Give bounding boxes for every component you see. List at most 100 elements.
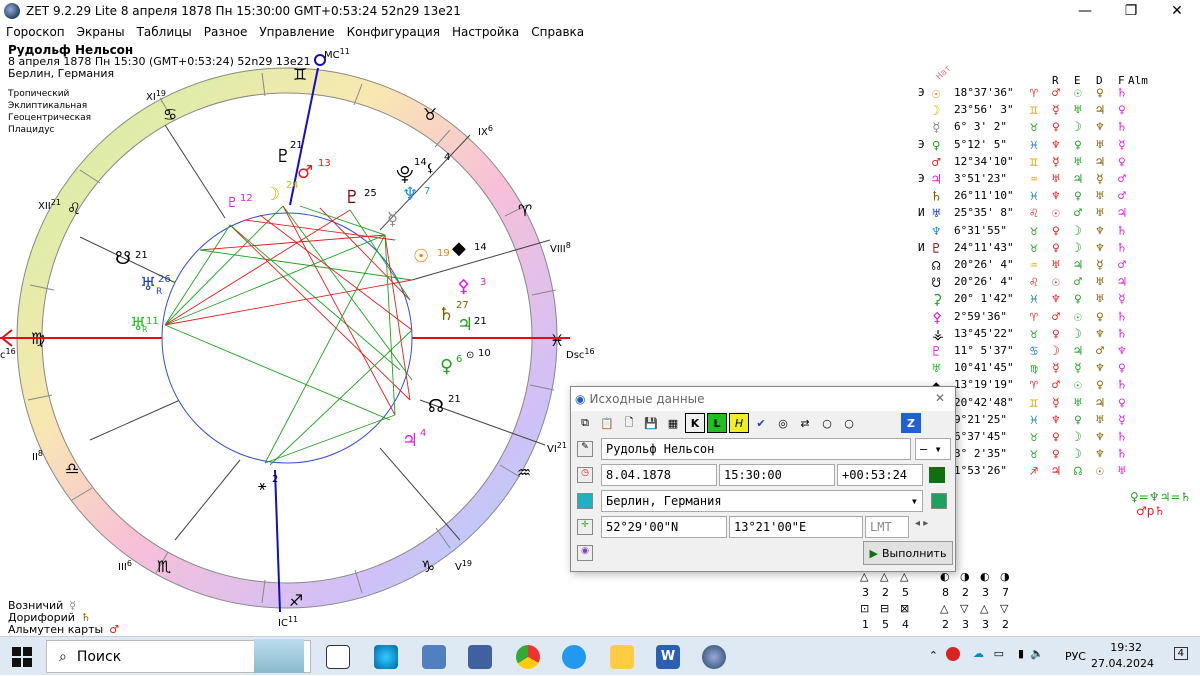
tz-color-button[interactable] <box>929 467 945 483</box>
coords-icon[interactable]: ✛ <box>577 519 593 535</box>
cell-f: ☿ <box>1118 412 1126 428</box>
svg-text:Dsc16: Dsc16 <box>566 347 595 361</box>
save-icon[interactable]: 💾 <box>641 413 661 433</box>
task-view-icon[interactable] <box>326 645 350 669</box>
place-field[interactable]: Берлин, Германия ▾ <box>601 490 923 512</box>
lmt-stepper[interactable]: ◂ ▸ <box>915 518 928 529</box>
cell-f: ♀ <box>1118 154 1126 170</box>
cloud-icon[interactable]: ☁ <box>973 647 984 660</box>
cell-f: ♃ <box>1118 206 1126 222</box>
circle-icon: ◐ <box>940 570 950 583</box>
dialog-app-icon: ◉ <box>575 392 586 406</box>
language-indicator[interactable]: РУС <box>1065 650 1086 663</box>
clock-date[interactable]: 27.04.2024 <box>1091 657 1154 670</box>
radio-a-icon[interactable]: ○ <box>817 413 837 433</box>
table-row: ♆ 6°31'55" ♉ ♀ ☽ ♆ ♄ <box>918 224 1168 241</box>
telegram-icon[interactable] <box>562 645 586 669</box>
swap-icon[interactable]: ⇄ <box>795 413 815 433</box>
radio-b-icon[interactable]: ○ <box>839 413 859 433</box>
orbit-icon[interactable]: ◉ <box>577 545 593 561</box>
battery-icon[interactable]: ▮ <box>1018 647 1024 660</box>
notifications-button[interactable]: 4 <box>1173 647 1188 660</box>
aries-icon: ♈ <box>518 201 532 220</box>
place-icon[interactable] <box>577 493 593 509</box>
volume-icon[interactable]: 🔈 <box>1030 647 1044 660</box>
maximize-button[interactable]: ❐ <box>1108 0 1154 22</box>
cell-pos: 11° 5'37" <box>954 344 1014 357</box>
uranus-alt-icon: ♇ <box>344 187 360 208</box>
k-button[interactable]: K <box>685 413 705 433</box>
app-icon-3[interactable] <box>468 645 492 669</box>
cell-r: ☉ <box>1052 206 1060 222</box>
latitude-field[interactable]: 52°29'00"N <box>601 516 727 538</box>
dialog-close-button[interactable]: ✕ <box>935 391 945 405</box>
cell-r: ☿ <box>1052 361 1060 377</box>
network-icon[interactable]: ▭ <box>994 647 1004 660</box>
spiral-icon[interactable]: ◎ <box>773 413 793 433</box>
start-button[interactable] <box>12 647 32 667</box>
menu-settings[interactable]: Настройка <box>446 25 525 39</box>
svg-text:II8: II8 <box>32 449 43 463</box>
cell-d: ♆ <box>1096 430 1104 445</box>
aspect-circle <box>161 212 413 464</box>
longitude-field[interactable]: 13°21'00"E <box>729 516 863 538</box>
cell-d: ☿ <box>1096 258 1104 273</box>
cell-r: ♀ <box>1052 223 1060 239</box>
cell-sign: ♊ <box>1030 103 1038 119</box>
menu-horoscope[interactable]: Гороскоп <box>0 25 71 39</box>
menu-misc[interactable]: Разное <box>198 25 254 39</box>
table-row: ☊ 20°26' 4" ♒ ♅ ♃ ☿ ♂ <box>918 258 1168 275</box>
table-row: ☿ 6° 3' 2" ♉ ♀ ☽ ♆ ♄ <box>918 120 1168 137</box>
menu-config[interactable]: Конфигурация <box>341 25 446 39</box>
name-field[interactable]: Рудольф Нельсон <box>601 438 911 460</box>
close-button[interactable]: ✕ <box>1154 0 1200 22</box>
name-type-select[interactable]: — ▾ <box>915 438 951 460</box>
zet-taskbar-icon[interactable] <box>702 645 726 669</box>
edge-icon[interactable] <box>374 645 398 669</box>
minimize-button[interactable]: — <box>1062 0 1108 22</box>
clock-time[interactable]: 19:32 <box>1110 641 1142 654</box>
check-icon[interactable]: ✔ <box>751 413 771 433</box>
person-icon[interactable]: ✎ <box>577 441 593 457</box>
calendar-icon[interactable]: ▦ <box>663 413 683 433</box>
cell-e: ♃ <box>1074 172 1082 187</box>
cell-pl: ♅ <box>932 361 941 378</box>
tray-app-icon[interactable] <box>946 647 960 661</box>
timezone-field[interactable]: +00:53:24 <box>837 464 923 486</box>
cell-f: ♀ <box>1118 395 1126 411</box>
l-button[interactable]: L <box>707 413 727 433</box>
cancer-icon: ♋ <box>163 105 177 124</box>
natal-chart-wheel[interactable]: ♊ ♉ ♈ ♓ ♒ ♑ ♐ ♏ ♎ ♍ ♌ ♋ ♇ 21 ♂ 13 ☽ 24 ♇… <box>0 42 620 636</box>
menu-help[interactable]: Справка <box>525 25 590 39</box>
cell-pl: ♂ <box>932 154 941 171</box>
z-button[interactable]: Z <box>901 413 921 433</box>
table-row: ♅ 10°41'45" ♍ ☿ ☿ ♆ ♀ <box>918 361 1168 378</box>
paste-icon[interactable]: 📋 <box>597 413 617 433</box>
cell-sign: ♓ <box>1030 137 1038 153</box>
run-button[interactable]: ▶ Выполнить <box>863 541 953 565</box>
menu-screens[interactable]: Экраны <box>71 25 131 39</box>
new-icon[interactable]: 🗋 <box>619 413 639 433</box>
proserpina-icon: ♇ <box>226 195 239 211</box>
cell-f: ♄ <box>1118 309 1126 325</box>
chevron-up-icon[interactable]: ⌃ <box>929 649 938 662</box>
app-icon-2[interactable] <box>422 645 446 669</box>
svg-text:21: 21 <box>135 250 148 261</box>
word-icon[interactable]: W <box>656 645 680 669</box>
cell-f: ♄ <box>1118 86 1126 101</box>
cell-pos: 13°19'19" <box>954 378 1014 392</box>
date-field[interactable]: 8.04.1878 <box>601 464 717 486</box>
cell-f: ♃ <box>1118 275 1126 291</box>
h-button[interactable]: H <box>729 413 749 433</box>
copy-icon[interactable]: ⧉ <box>575 413 595 433</box>
file-explorer-icon[interactable] <box>610 645 634 669</box>
cell-d: ♆ <box>1096 361 1104 377</box>
menu-control[interactable]: Управление <box>253 25 340 39</box>
lmt-field[interactable]: LMT <box>865 516 909 538</box>
time-field[interactable]: 15:30:00 <box>719 464 835 486</box>
map-icon[interactable] <box>931 493 947 509</box>
menu-tables[interactable]: Таблицы <box>131 25 198 39</box>
chrome-icon[interactable] <box>516 645 540 669</box>
table-row: И ♇ 24°11'43" ♉ ♀ ☽ ♆ ♄ <box>918 241 1168 258</box>
datetime-icon[interactable]: ◷ <box>577 467 593 483</box>
